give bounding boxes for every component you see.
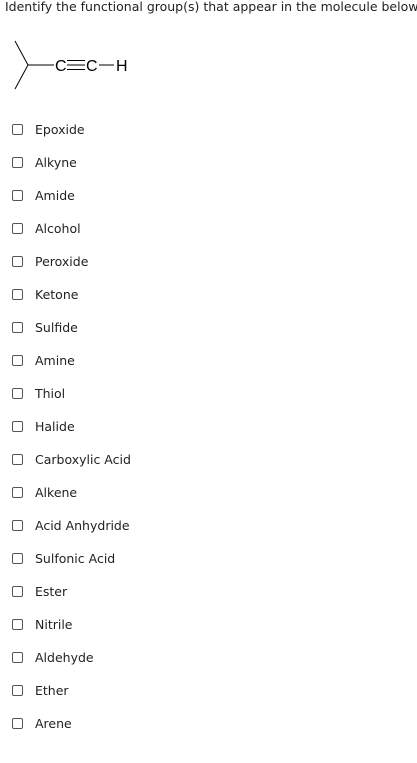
checkbox[interactable] bbox=[12, 255, 23, 267]
option-label: Alcohol bbox=[35, 220, 81, 236]
option-label: Peroxide bbox=[35, 253, 89, 269]
option-halide[interactable]: Halide bbox=[12, 416, 75, 436]
option-label: Sulfonic Acid bbox=[35, 550, 116, 566]
checkbox[interactable] bbox=[12, 552, 23, 564]
molecule-structure: C C H bbox=[14, 40, 128, 90]
option-sulfonic-acid[interactable]: Sulfonic Acid bbox=[12, 548, 115, 568]
option-label: Alkene bbox=[35, 484, 78, 500]
checkbox[interactable] bbox=[12, 354, 23, 366]
bond-lower-methyl bbox=[14, 64, 29, 90]
option-label: Nitrile bbox=[35, 616, 73, 632]
option-label: Amide bbox=[35, 187, 75, 203]
option-ester[interactable]: Ester bbox=[12, 581, 67, 601]
option-thiol[interactable]: Thiol bbox=[12, 383, 65, 403]
option-label: Carboxylic Acid bbox=[35, 451, 131, 467]
checkbox[interactable] bbox=[12, 618, 23, 630]
option-label: Aldehyde bbox=[35, 649, 94, 665]
checkbox[interactable] bbox=[12, 684, 23, 696]
option-label: Sulfide bbox=[35, 319, 78, 335]
option-amine[interactable]: Amine bbox=[12, 350, 75, 370]
option-label: Alkyne bbox=[35, 154, 77, 170]
option-epoxide[interactable]: Epoxide bbox=[12, 119, 85, 139]
option-acid-anhydride[interactable]: Acid Anhydride bbox=[12, 515, 130, 535]
option-alkene[interactable]: Alkene bbox=[12, 482, 77, 502]
option-ether[interactable]: Ether bbox=[12, 680, 69, 700]
checkbox[interactable] bbox=[12, 387, 23, 399]
option-ketone[interactable]: Ketone bbox=[12, 284, 78, 304]
checkbox[interactable] bbox=[12, 585, 23, 597]
bond-upper-methyl bbox=[14, 40, 29, 66]
option-arene[interactable]: Arene bbox=[12, 713, 72, 733]
option-alkyne[interactable]: Alkyne bbox=[12, 152, 77, 172]
atom-label: H bbox=[116, 58, 128, 75]
option-label: Ester bbox=[35, 583, 68, 599]
atom-label: C bbox=[86, 58, 98, 75]
option-label: Ketone bbox=[35, 286, 79, 302]
question-text: Identify the functional group(s) that ap… bbox=[5, 0, 417, 14]
option-label: Epoxide bbox=[35, 121, 85, 137]
option-peroxide[interactable]: Peroxide bbox=[12, 251, 88, 271]
checkbox[interactable] bbox=[12, 651, 23, 663]
checkbox[interactable] bbox=[12, 486, 23, 498]
checkbox[interactable] bbox=[12, 123, 23, 135]
option-label: Thiol bbox=[35, 385, 66, 401]
checkbox[interactable] bbox=[12, 453, 23, 465]
checkbox[interactable] bbox=[12, 420, 23, 432]
option-carboxylic-acid[interactable]: Carboxylic Acid bbox=[12, 449, 131, 469]
option-label: Ether bbox=[35, 682, 69, 698]
option-label: Halide bbox=[35, 418, 75, 434]
option-sulfide[interactable]: Sulfide bbox=[12, 317, 78, 337]
atom-label: C bbox=[55, 58, 67, 75]
checkbox[interactable] bbox=[12, 717, 23, 729]
checkbox[interactable] bbox=[12, 156, 23, 168]
checkbox[interactable] bbox=[12, 519, 23, 531]
checkbox[interactable] bbox=[12, 189, 23, 201]
option-label: Arene bbox=[35, 715, 72, 731]
option-amide[interactable]: Amide bbox=[12, 185, 75, 205]
checkbox[interactable] bbox=[12, 288, 23, 300]
checkbox[interactable] bbox=[12, 222, 23, 234]
checkbox[interactable] bbox=[12, 321, 23, 333]
option-alcohol[interactable]: Alcohol bbox=[12, 218, 81, 238]
option-label: Acid Anhydride bbox=[35, 517, 130, 533]
option-nitrile[interactable]: Nitrile bbox=[12, 614, 73, 634]
option-label: Amine bbox=[35, 352, 75, 368]
option-aldehyde[interactable]: Aldehyde bbox=[12, 647, 94, 667]
